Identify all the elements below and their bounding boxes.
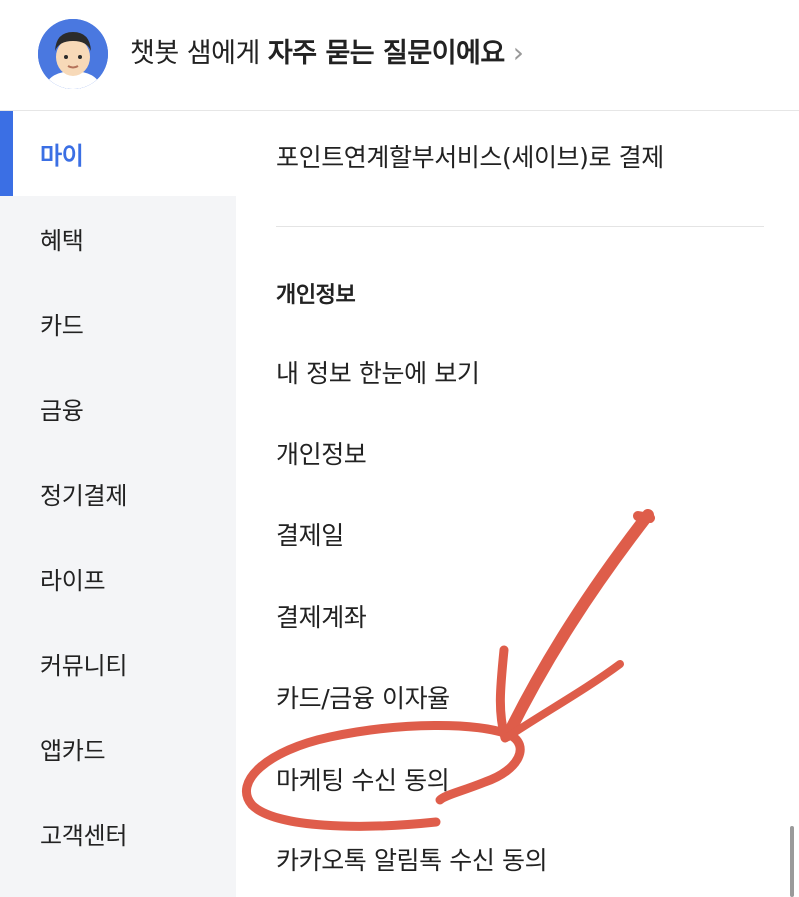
scrollbar[interactable] — [790, 826, 794, 897]
menu-item-personal-info[interactable]: 개인정보 — [276, 435, 367, 471]
menu-item-payment-account[interactable]: 결제계좌 — [276, 598, 367, 634]
menu-item-kakaotalk-consent[interactable]: 카카오톡 알림톡 수신 동의 — [276, 841, 548, 877]
sidebar-item-my[interactable]: 마이 — [0, 111, 236, 196]
chatbot-faq-banner[interactable]: 챗봇 샘에게 자주 묻는 질문이에요 › — [0, 0, 799, 111]
menu-content: 포인트연계할부서비스(세이브)로 결제 개인정보 내 정보 한눈에 보기 개인정… — [236, 111, 799, 897]
sidebar-item-label: 혜택 — [40, 227, 84, 255]
menu-item-point-installment[interactable]: 포인트연계할부서비스(세이브)로 결제 — [276, 138, 664, 174]
sidebar-item-label: 고객센터 — [40, 822, 128, 850]
menu-item-my-info-overview[interactable]: 내 정보 한눈에 보기 — [276, 354, 480, 390]
sidebar-item-label: 라이프 — [40, 567, 106, 595]
sidebar-item-app-card[interactable]: 앱카드 — [0, 706, 236, 791]
sidebar-item-label: 카드 — [40, 312, 84, 340]
sidebar-item-card[interactable]: 카드 — [0, 281, 236, 366]
header-title-prefix: 챗봇 샘에게 — [130, 38, 268, 69]
sidebar-item-label: 정기결제 — [40, 482, 128, 510]
sidebar-item-community[interactable]: 커뮤니티 — [0, 621, 236, 706]
sidebar-item-label: 금융 — [40, 397, 84, 425]
chatbot-avatar-icon — [38, 19, 108, 89]
section-title-personal-info: 개인정보 — [276, 283, 356, 308]
header-title: 챗봇 샘에게 자주 묻는 질문이에요 › — [130, 34, 524, 73]
sidebar-item-label: 앱카드 — [40, 737, 106, 765]
header-title-emphasis: 자주 묻는 질문이에요 — [267, 38, 505, 69]
sidebar-item-label: 마이 — [40, 142, 84, 170]
sidebar-item-recurring-payment[interactable]: 정기결제 — [0, 451, 236, 536]
chevron-right-icon: › — [512, 36, 524, 69]
menu-item-interest-rate[interactable]: 카드/금융 이자율 — [276, 679, 450, 715]
sidebar-item-life[interactable]: 라이프 — [0, 536, 236, 621]
category-sidebar: 마이 혜택 카드 금융 정기결제 라이프 커뮤니티 앱카드 고객센터 — [0, 111, 236, 897]
sidebar-item-label: 커뮤니티 — [40, 652, 128, 680]
menu-item-payment-date[interactable]: 결제일 — [276, 516, 344, 552]
sidebar-item-customer-center[interactable]: 고객센터 — [0, 791, 236, 876]
sidebar-item-finance[interactable]: 금융 — [0, 366, 236, 451]
sidebar-item-benefits[interactable]: 혜택 — [0, 196, 236, 281]
menu-item-marketing-consent[interactable]: 마케팅 수신 동의 — [276, 761, 450, 797]
section-divider — [276, 226, 764, 227]
